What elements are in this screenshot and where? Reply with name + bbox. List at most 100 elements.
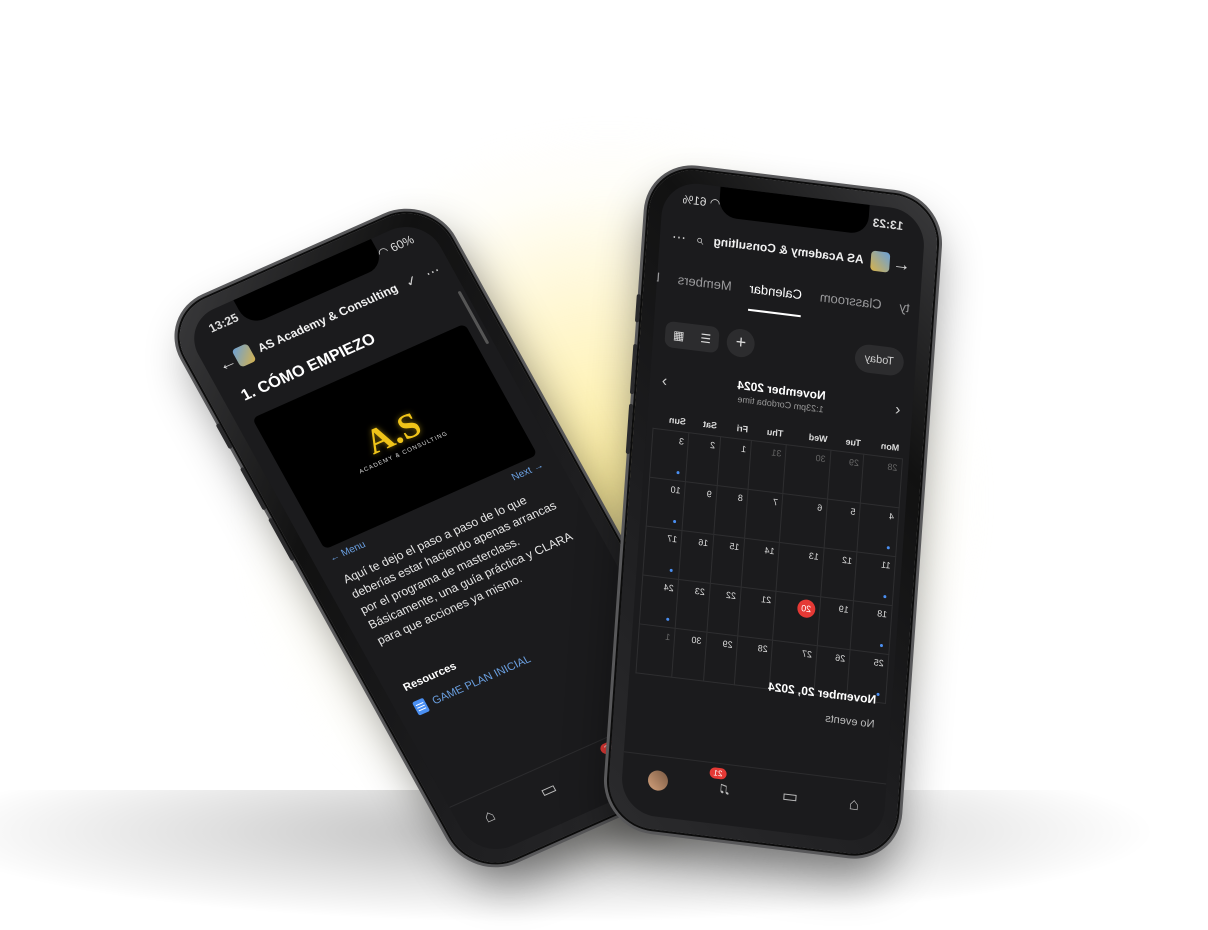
calendar-day[interactable]: 21 xyxy=(737,587,777,641)
battery-level: 60% xyxy=(387,232,417,255)
calendar-day[interactable]: 30 xyxy=(783,444,831,500)
event-dot xyxy=(879,643,884,648)
calendar-day[interactable]: 23 xyxy=(675,579,710,633)
video-brand: A.S xyxy=(357,404,428,462)
month-title: November 2024 1:23pm Cordoba time xyxy=(736,378,826,415)
tab-members[interactable]: Members xyxy=(676,272,732,309)
calendar-day[interactable]: 1 xyxy=(716,436,752,490)
resource-item[interactable]: GAME PLAN INICIAL xyxy=(411,652,534,716)
calendar-day[interactable]: 8 xyxy=(713,485,748,539)
day-number: 29 xyxy=(848,456,860,469)
calendar-day[interactable]: 30 xyxy=(672,628,707,682)
calendar-day[interactable]: 29 xyxy=(703,632,738,685)
calendar-day[interactable]: 1 xyxy=(635,623,676,678)
calendar-day[interactable]: 2 xyxy=(685,432,721,486)
chevron-left-icon[interactable]: ‹ xyxy=(894,401,901,420)
community-logo xyxy=(869,250,891,273)
calendar-day[interactable]: 3 xyxy=(649,428,690,482)
day-number: 27 xyxy=(801,648,813,660)
bell-icon[interactable]: ♫ 21 xyxy=(709,766,732,800)
day-number: 5 xyxy=(850,506,856,518)
document-icon xyxy=(411,697,431,716)
event-dot xyxy=(669,568,674,573)
day-number: 10 xyxy=(670,484,681,496)
calendar-day[interactable]: 20 xyxy=(772,591,821,646)
tab-calendar[interactable]: Calendar xyxy=(747,280,803,318)
list-view-icon[interactable]: ☰ xyxy=(691,324,719,353)
avatar[interactable] xyxy=(646,769,669,792)
calendar-day[interactable]: 12 xyxy=(820,547,858,601)
calendar-day[interactable]: 22 xyxy=(706,583,742,636)
calendar-day[interactable]: 29 xyxy=(827,450,865,504)
day-number: 14 xyxy=(764,545,775,557)
calendar-day[interactable]: 24 xyxy=(639,574,679,629)
calendar-day[interactable]: 18 xyxy=(850,600,893,655)
day-number: 28 xyxy=(887,461,898,473)
day-number: 25 xyxy=(873,657,885,669)
add-event-button[interactable]: + xyxy=(725,327,756,359)
day-number: 3 xyxy=(678,436,685,447)
screen-right: 13:23 ◠ 61% ← AS Academy & Consulting ⌕ … xyxy=(619,179,927,845)
side-button xyxy=(215,423,233,450)
status-right: ◠ 61% xyxy=(682,192,721,211)
check-circle-icon[interactable]: ✓ xyxy=(402,271,421,291)
day-number: 9 xyxy=(706,488,713,500)
tab-community[interactable]: ty xyxy=(898,299,910,330)
event-dot xyxy=(676,471,680,475)
calendar-day[interactable]: 28 xyxy=(860,454,903,508)
chat-icon[interactable]: ▭ xyxy=(781,786,798,808)
calendar-day[interactable]: 5 xyxy=(823,499,861,553)
day-number: 11 xyxy=(880,559,891,571)
more-icon[interactable]: ⋯ xyxy=(671,228,686,247)
day-number: 28 xyxy=(757,642,769,655)
notification-badge: 21 xyxy=(709,766,727,780)
day-number: 19 xyxy=(838,603,850,615)
calendar-view-icon[interactable]: ▦ xyxy=(664,321,693,350)
day-number: 13 xyxy=(808,550,820,562)
calendar-day[interactable]: 13 xyxy=(776,542,824,597)
chevron-right-icon[interactable]: › xyxy=(661,373,667,392)
more-icon[interactable]: ⋯ xyxy=(422,261,443,282)
calendar-day[interactable]: 7 xyxy=(744,489,784,543)
day-number: 6 xyxy=(816,502,823,513)
day-number: 15 xyxy=(729,540,740,553)
search-icon[interactable]: ⌕ xyxy=(695,230,704,248)
phone-right: 13:23 ◠ 61% ← AS Academy & Consulting ⌕ … xyxy=(605,165,941,859)
home-icon[interactable]: ⌂ xyxy=(848,794,860,815)
tab-classroom[interactable]: Classroom xyxy=(818,289,882,327)
calendar-day[interactable]: 4 xyxy=(857,503,900,557)
calendar-day[interactable]: 17 xyxy=(642,526,683,580)
calendar-grid: Mon Tue Wed Thu Fri Sat Sun 28 29 30 31 1 2 3 4 5 6 7 8 9 1… xyxy=(635,408,904,704)
calendar-day[interactable]: 14 xyxy=(741,538,780,592)
chat-icon[interactable]: ▭ xyxy=(536,778,560,802)
calendar-day[interactable]: 10 xyxy=(646,477,686,531)
day-number: 1 xyxy=(740,443,747,455)
today-marker: 20 xyxy=(796,598,816,619)
calendar-day[interactable]: 19 xyxy=(817,596,854,650)
day-number: 26 xyxy=(834,652,846,664)
event-dot xyxy=(876,692,880,697)
event-dot xyxy=(886,546,890,550)
event-dot xyxy=(666,617,670,622)
day-number: 8 xyxy=(737,492,744,504)
day-number: 17 xyxy=(666,533,678,545)
calendar-day[interactable]: 31 xyxy=(747,440,787,494)
today-button[interactable]: Today xyxy=(853,343,905,378)
back-arrow-icon[interactable]: ← xyxy=(889,252,911,276)
calendar-day[interactable]: 11 xyxy=(853,552,896,606)
calendar-day[interactable]: 15 xyxy=(709,534,745,588)
resource-label: GAME PLAN INICIAL xyxy=(430,652,533,707)
home-icon[interactable]: ⌂ xyxy=(480,806,499,828)
calendar-day[interactable]: 16 xyxy=(678,530,714,584)
day-number: 24 xyxy=(663,582,675,594)
status-time: 13:25 xyxy=(206,310,242,336)
calendar-day[interactable]: 28 xyxy=(734,635,773,690)
bottom-nav: ⌂ ▭ ♫ 21 xyxy=(620,751,887,833)
day-number: 1 xyxy=(664,631,671,643)
calendar-day[interactable]: 9 xyxy=(682,481,717,535)
day-number: 2 xyxy=(709,439,716,451)
calendar-day[interactable]: 6 xyxy=(779,493,828,548)
day-number: 30 xyxy=(691,634,702,647)
view-controls: + ☰ ▦ xyxy=(664,320,756,359)
day-number: 21 xyxy=(760,594,772,606)
